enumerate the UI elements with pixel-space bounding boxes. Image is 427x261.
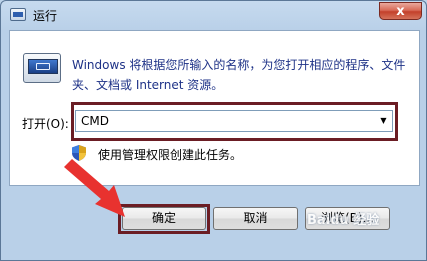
watermark-text: Baidu 经验 xyxy=(307,213,380,228)
run-dialog: 运行 x Windows 将根据您所输入的名称，为您打开相应的程序、文件夹、文档… xyxy=(0,0,427,261)
